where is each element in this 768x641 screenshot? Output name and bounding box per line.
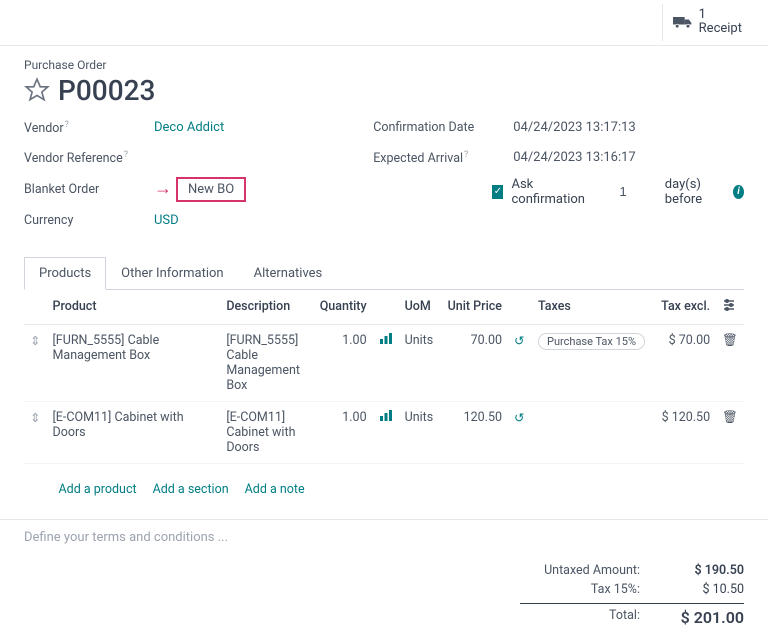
untaxed-amount-value: $ 190.50 (664, 563, 744, 578)
forecast-chart-icon[interactable] (379, 333, 393, 345)
tab-products[interactable]: Products (24, 257, 106, 290)
cell-product[interactable]: [E-COM11] Cabinet with Doors (46, 401, 220, 463)
days-before-input[interactable] (597, 184, 627, 200)
days-before-label: day(s) before (665, 177, 725, 207)
column-settings-icon[interactable] (716, 290, 744, 325)
cell-uom[interactable]: Units (399, 324, 441, 401)
record-type-label: Purchase Order (24, 58, 744, 72)
terms-input[interactable]: Define your terms and conditions ... (0, 519, 768, 555)
col-uom: UoM (399, 290, 441, 325)
refresh-price-icon[interactable]: ↺ (514, 334, 524, 349)
cell-description[interactable]: [E-COM11] Cabinet with Doors (220, 401, 312, 463)
vendor-value[interactable]: Deco Addict (154, 120, 224, 135)
favorite-star-icon[interactable] (24, 77, 50, 103)
receipt-label: Receipt (699, 22, 742, 36)
delete-row-icon[interactable]: 🗑 (722, 333, 738, 348)
col-product: Product (46, 290, 220, 325)
total-value: $ 201.00 (664, 608, 744, 627)
cell-unit-price[interactable]: 70.00 (440, 324, 508, 401)
col-tax-excl: Tax excl. (654, 290, 716, 325)
add-section-link[interactable]: Add a section (153, 482, 229, 497)
col-unit-price: Unit Price (440, 290, 508, 325)
table-row[interactable]: ⇕ [E-COM11] Cabinet with Doors [E-COM11]… (24, 401, 744, 463)
forecast-chart-icon[interactable] (379, 410, 393, 422)
total-label: Total: (520, 608, 640, 627)
cell-tax-excl: $ 120.50 (654, 401, 716, 463)
currency-value[interactable]: USD (154, 213, 179, 228)
cell-tax-excl: $ 70.00 (654, 324, 716, 401)
tax15-value: $ 10.50 (664, 582, 744, 597)
cell-qty[interactable]: 1.00 (312, 401, 372, 463)
untaxed-amount-label: Untaxed Amount: (520, 563, 640, 578)
confirmation-date-label: Confirmation Date (373, 120, 513, 135)
cell-taxes[interactable] (532, 401, 654, 463)
refresh-price-icon[interactable]: ↺ (514, 411, 524, 426)
info-icon[interactable]: i (733, 185, 744, 199)
receipt-count: 1 (699, 8, 742, 22)
vendor-reference-label: Vendor Reference (24, 151, 123, 166)
tab-alternatives[interactable]: Alternatives (239, 257, 338, 290)
drag-handle-icon[interactable]: ⇕ (24, 401, 46, 463)
truck-icon (673, 15, 693, 29)
blanket-order-label: Blanket Order (24, 182, 154, 197)
add-note-link[interactable]: Add a note (245, 482, 305, 497)
tax15-label: Tax 15%: (520, 582, 640, 597)
expected-arrival-value: 04/24/2023 13:16:17 (513, 150, 636, 165)
cell-unit-price[interactable]: 120.50 (440, 401, 508, 463)
ask-confirmation-checkbox[interactable]: ✓ (492, 185, 503, 199)
tax-pill[interactable]: Purchase Tax 15% (538, 333, 645, 350)
expected-arrival-label: Expected Arrival (373, 151, 463, 166)
ask-confirmation-label: Ask confirmation (511, 177, 588, 207)
page-title: P00023 (58, 74, 155, 107)
delete-row-icon[interactable]: 🗑 (722, 410, 738, 425)
col-description: Description (220, 290, 312, 325)
tab-other-information[interactable]: Other Information (106, 257, 238, 290)
arrow-right-icon: → (154, 180, 172, 198)
cell-product[interactable]: [FURN_5555] Cable Management Box (46, 324, 220, 401)
vendor-label: Vendor (24, 121, 64, 136)
cell-uom[interactable]: Units (399, 401, 441, 463)
table-row[interactable]: ⇕ [FURN_5555] Cable Management Box [FURN… (24, 324, 744, 401)
add-product-link[interactable]: Add a product (58, 482, 136, 497)
blanket-order-value[interactable]: New BO (176, 177, 246, 202)
col-quantity: Quantity (312, 290, 372, 325)
cell-description[interactable]: [FURN_5555] Cable Management Box (220, 324, 312, 401)
receipt-button[interactable]: 1 Receipt (662, 4, 752, 41)
drag-handle-icon[interactable]: ⇕ (24, 324, 46, 401)
col-taxes: Taxes (532, 290, 654, 325)
cell-qty[interactable]: 1.00 (312, 324, 372, 401)
currency-label: Currency (24, 213, 154, 228)
confirmation-date-value: 04/24/2023 13:17:13 (513, 120, 636, 135)
